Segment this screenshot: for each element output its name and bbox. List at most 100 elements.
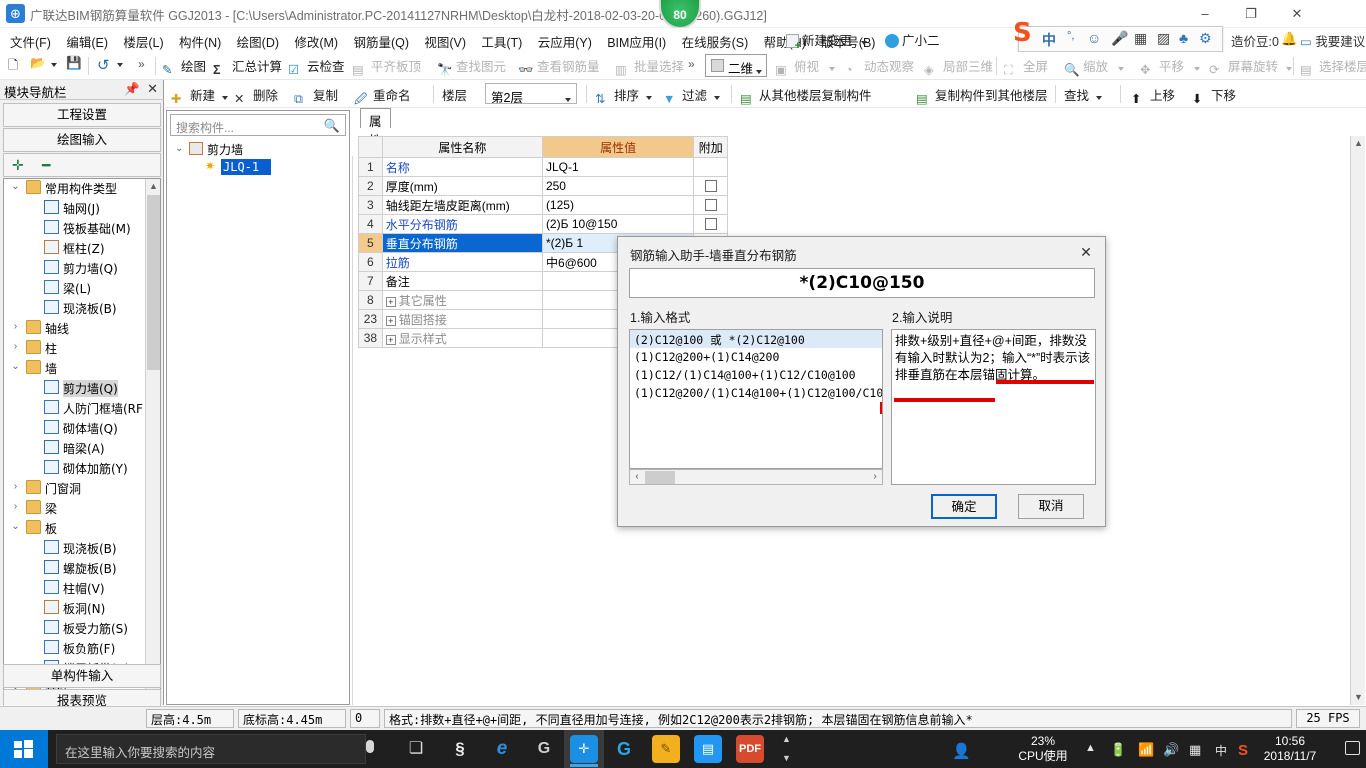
module-tree-item[interactable]: 剪力墙(Q) [4,377,144,397]
row-value[interactable]: JLQ-1 [541,157,695,177]
module-tree[interactable]: ⌄ 常用构件类型 轴网(J) 筏板基础(M) 框柱(Z) 剪力墙(Q) 梁(L) 现浇板(B)… [3,178,161,723]
copy-component-button[interactable]: ⧉ 复制 [294,85,338,108]
chevron-right-icon[interactable]: › [10,321,21,332]
table-row[interactable]: 2 厚度(mm) 250 [358,176,728,196]
chevron-down-icon[interactable] [645,89,652,103]
chevron-right-icon[interactable]: › [10,341,21,352]
chevron-down-icon[interactable] [1095,89,1102,103]
property-panel-vscrollbar[interactable]: ▲ ▼ [1350,136,1365,705]
module-tree-item[interactable]: 现浇板(B) [4,537,144,557]
module-tree-item[interactable]: 柱帽(V) [4,577,144,597]
ime-keyboard-icon[interactable]: ▦ [1134,30,1147,47]
ime-toolbox-icon[interactable]: ▨ [1157,30,1170,47]
chevron-down-icon[interactable] [713,89,720,103]
people-icon[interactable]: 👤 [952,742,971,760]
bell-icon[interactable]: 🔔 [1281,31,1297,47]
ime-lang-toggle[interactable]: 中 [1042,30,1056,50]
close-icon[interactable]: ✕ [147,81,158,97]
glodon-blue-icon[interactable]: G [610,735,638,763]
vscroll-thumb[interactable] [147,195,160,370]
rename-component-button[interactable]: 🖉 重命名 [354,85,411,106]
battery-icon[interactable]: 🔋 [1110,742,1126,758]
new-change-button[interactable]: 新建变更 [786,30,867,52]
chevron-down-icon[interactable]: ⌄ [10,361,21,372]
search-icon[interactable]: 🔍 [324,118,340,134]
row-checkbox[interactable] [704,180,717,192]
row-value[interactable]: (125) [541,195,695,215]
ime-emoji-icon[interactable]: ☺ [1087,30,1101,46]
module-tree-item[interactable]: 轴网(J) [4,197,144,217]
edge-icon[interactable]: e [488,735,516,763]
chevron-down-icon[interactable]: ⌄ [10,521,21,532]
module-tree-folder[interactable]: › 柱 [4,337,144,357]
taskbar-scroll-down-icon[interactable]: ▼ [782,753,791,763]
copy-from-other-floor-button[interactable]: ▤ 从其他楼层复制构件 [740,85,872,107]
sort-button[interactable]: ⇅ 排序 [595,85,652,107]
expand-icon[interactable]: + [385,296,396,307]
menu-item-edit[interactable]: 编辑(E) [60,29,114,54]
cancel-button[interactable]: 取消 [1018,494,1084,519]
ime-skin-icon[interactable]: ♣ [1179,30,1188,46]
sogou-icon[interactable]: S [1238,742,1248,759]
rebar-input-assistant-dialog[interactable]: 钢筋输入助手-墙垂直分布钢筋 ✕ *(2)C10@150 1.输入格式 2.输入… [617,236,1106,527]
tab-property-editor[interactable]: 属性编辑 [360,108,391,186]
sidebar-button-drawing-input[interactable]: 绘图输入 [3,128,161,152]
sogou-icon[interactable]: S [1013,19,1038,47]
minimize-button[interactable]: – [1182,0,1228,28]
row-checkbox[interactable] [704,199,717,211]
module-tree-item[interactable]: 人防门框墙(RF [4,397,144,417]
component-tree[interactable]: ⌄ 剪力墙 ✷ JLQ-1 [169,140,349,176]
new-file-icon[interactable]: 🗋 [8,56,18,77]
module-tree-item[interactable]: 剪力墙(Q) [4,257,144,277]
chevron-up-icon[interactable]: ▲ [1085,742,1096,754]
module-tree-item[interactable]: 梁(L) [4,277,144,297]
suggestion-button[interactable]: ▭ 我要建议 [1300,31,1365,50]
scroll-right-icon[interactable]: › [868,470,882,484]
doc-icon[interactable]: ▤ [694,735,722,763]
chevron-down-icon[interactable] [221,89,228,103]
chevron-down-icon[interactable] [565,91,571,105]
remove-icon[interactable]: ━ [42,157,50,174]
hscroll-thumb[interactable] [645,471,675,484]
keyboard-icon[interactable]: ▦ [1189,742,1201,758]
ok-button[interactable]: 确定 [931,494,997,519]
module-tree-item[interactable]: 板负筋(F) [4,637,144,657]
sidebar-button-single-component-input[interactable]: 单构件输入 [3,664,161,688]
menu-item-file[interactable]: 文件(F) [4,29,57,54]
chevron-down-icon[interactable] [756,63,762,77]
maximize-button[interactable]: ❐ [1228,0,1274,28]
row-value[interactable]: (2)Б 10@150 [541,214,695,234]
rebar-value-input[interactable]: *(2)C10@150 [629,268,1095,298]
wifi-icon[interactable]: 📶 [1138,742,1154,758]
module-tree-item[interactable]: 框柱(Z) [4,237,144,257]
menu-item-modify[interactable]: 修改(M) [288,29,344,54]
microphone-icon[interactable] [366,740,374,753]
menu-item-bim[interactable]: BIM应用(I) [601,29,672,54]
chevron-right-icon[interactable]: › [10,501,21,512]
list-item[interactable]: (2)C12@100 或 *(2)C12@100 [630,330,882,348]
module-tree-folder[interactable]: › 梁 [4,497,144,517]
ime-settings-icon[interactable]: ⚙ [1199,30,1212,47]
toolbar-summary-button[interactable]: Σ 汇总计算 [213,56,282,79]
table-row[interactable]: 1 名称 JLQ-1 [358,157,728,177]
expand-icon[interactable]: + [385,315,396,326]
row-value[interactable]: 250 [541,176,695,196]
close-button[interactable]: ✕ [1274,0,1320,28]
list-item[interactable]: (1)C12@200+(1)C14@200 [630,348,882,366]
module-tree-vscrollbar[interactable]: ▲ ▼ [145,179,160,722]
module-tree-item[interactable]: 筏板基础(M) [4,217,144,237]
module-tree-folder[interactable]: ⌄ 板 [4,517,144,537]
toolbar-cloudcheck-button[interactable]: ☑ 云检查 [288,56,345,78]
module-tree-item[interactable]: 砌体墙(Q) [4,417,144,437]
module-tree-item[interactable]: 螺旋板(B) [4,557,144,577]
save-icon[interactable]: 💾 [66,56,82,71]
table-row[interactable]: 3 轴线距左墙皮距离(mm) (125) [358,195,728,215]
chevron-down-icon[interactable] [860,34,867,48]
sidebar-button-project-settings[interactable]: 工程设置 [3,103,161,127]
undo-dropdown-icon[interactable] [117,56,123,70]
copy-to-other-floor-button[interactable]: ▤ 复制构件到其他楼层 [916,85,1048,107]
search-component-input[interactable]: 搜索构件... 🔍 [170,114,346,136]
chevron-down-icon[interactable]: ⌄ [10,181,21,192]
add-icon[interactable]: ✛ [12,157,24,174]
task-view-icon[interactable]: ❏ [402,735,430,763]
